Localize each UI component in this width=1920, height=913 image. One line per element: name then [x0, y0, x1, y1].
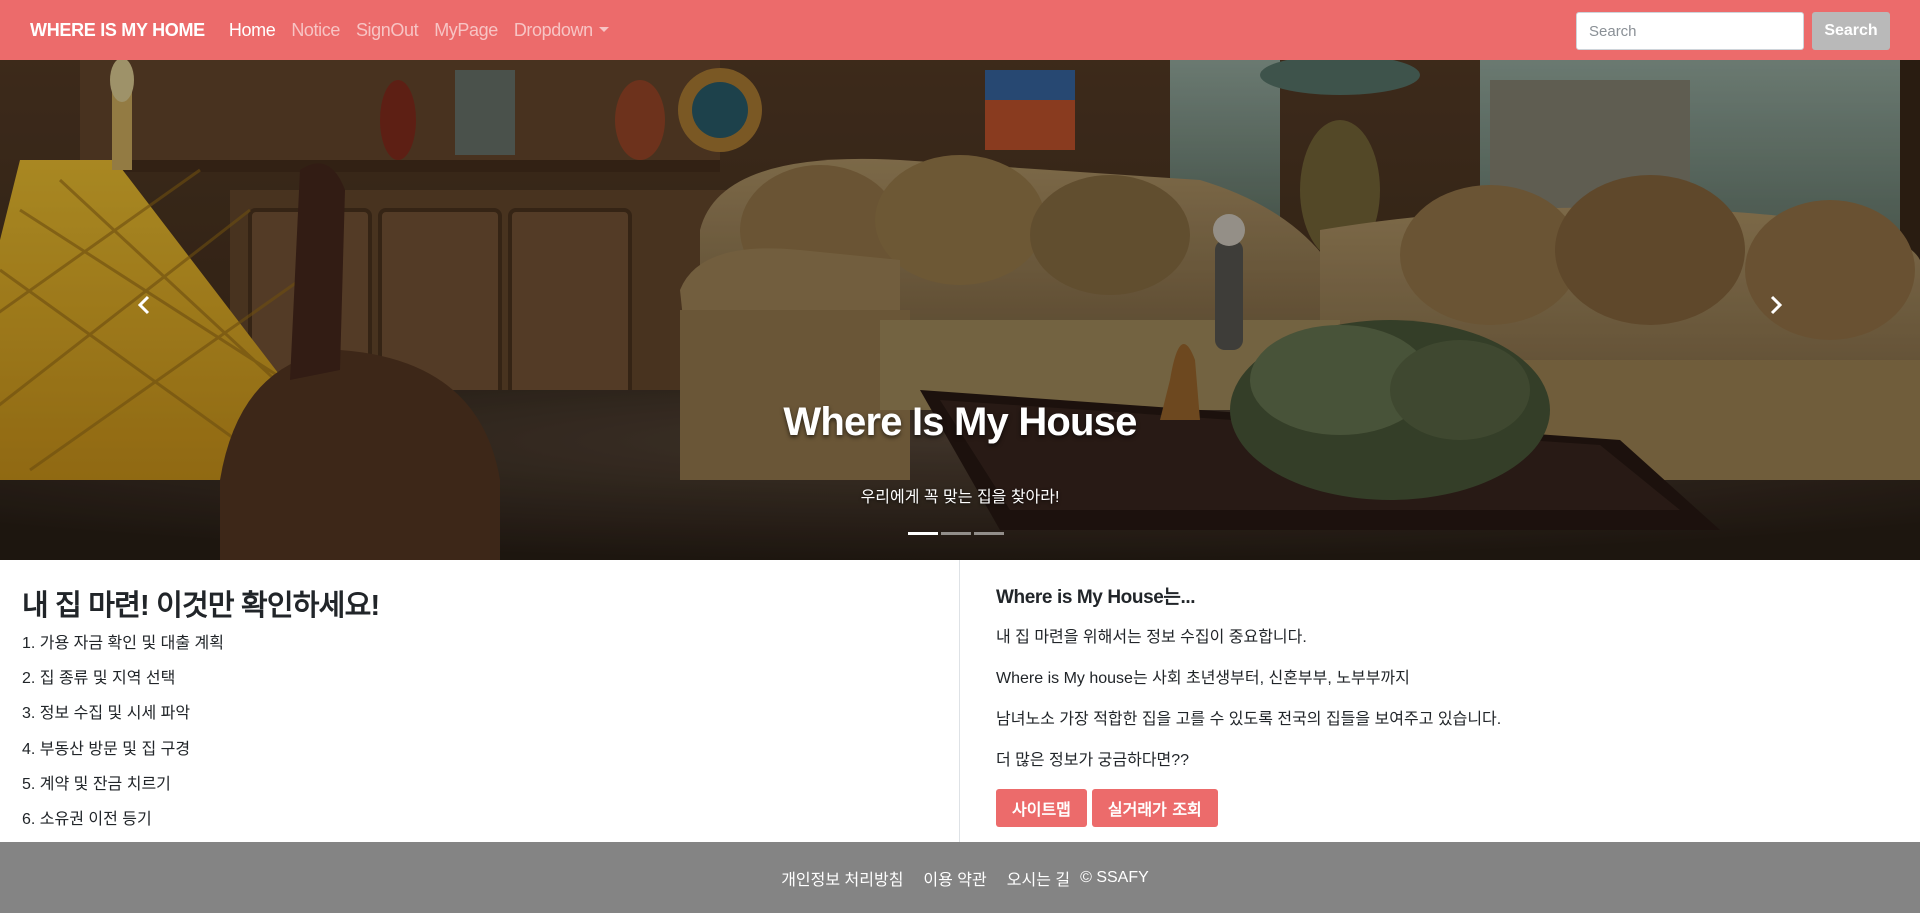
search-input[interactable] — [1576, 12, 1804, 50]
checklist-heading: 내 집 마련! 이것만 확인하세요! — [22, 590, 380, 622]
hero-carousel: Where Is My House 우리에게 꼭 맞는 집을 찾아라! — [0, 60, 1920, 560]
footer-terms-link[interactable]: 이용 약관 — [923, 866, 986, 890]
nav-notice[interactable]: Notice — [291, 20, 340, 41]
footer-copyright: © SSAFY — [1080, 868, 1149, 886]
checklist-item: 5. 계약 및 잔금 치르기 — [22, 775, 171, 793]
search-button[interactable]: Search — [1812, 12, 1890, 50]
nav-home[interactable]: Home — [229, 20, 276, 41]
home-buying-checklist: 내 집 마련! 이것만 확인하세요! 1. 가용 자금 확인 및 대출 계획 2… — [0, 560, 960, 842]
carousel-prev-button[interactable] — [124, 285, 164, 325]
about-paragraph: 내 집 마련을 위해서는 정보 수집이 중요합니다. — [996, 629, 1307, 646]
top-navbar: WHERE IS MY HOME Home Notice SignOut MyP… — [0, 0, 1920, 60]
carousel-title: Where Is My House — [783, 400, 1137, 444]
carousel-indicator-1[interactable] — [908, 532, 938, 535]
sitemap-button[interactable]: 사이트맵 — [996, 789, 1087, 827]
caret-down-icon — [598, 26, 609, 32]
carousel-indicator-2[interactable] — [941, 532, 971, 535]
chevron-left-icon — [137, 295, 150, 315]
about-heading: Where is My House는... — [996, 587, 1196, 608]
footer: 개인정보 처리방침 이용 약관 오시는 길 © SSAFY — [0, 842, 1920, 913]
carousel-indicators — [908, 532, 1007, 535]
nav-dropdown-toggle[interactable]: Dropdown — [514, 20, 609, 41]
chevron-right-icon — [1770, 295, 1783, 315]
carousel-next-button[interactable] — [1756, 285, 1796, 325]
about-section: Where is My House는... 내 집 마련을 위해서는 정보 수집… — [996, 560, 1896, 842]
brand-logo[interactable]: WHERE IS MY HOME — [30, 20, 205, 41]
search-form: Search — [1576, 12, 1890, 50]
about-paragraph: 남녀노소 가장 적합한 집을 고를 수 있도록 전국의 집들을 보여주고 있습니… — [996, 711, 1502, 728]
nav-signout[interactable]: SignOut — [356, 20, 419, 41]
checklist-item: 1. 가용 자금 확인 및 대출 계획 — [22, 635, 224, 652]
carousel-indicator-3[interactable] — [974, 532, 1004, 535]
about-buttons: 사이트맵 실거래가 조회 — [996, 789, 1896, 827]
footer-directions-link[interactable]: 오시는 길 — [1007, 866, 1070, 890]
checklist-item: 2. 집 종류 및 지역 선택 — [22, 670, 176, 688]
footer-privacy-link[interactable]: 개인정보 처리방침 — [781, 866, 903, 890]
real-price-lookup-button[interactable]: 실거래가 조회 — [1091, 789, 1218, 827]
nav-dropdown-label: Dropdown — [513, 19, 593, 40]
checklist-item: 4. 부동산 방문 및 집 구경 — [22, 740, 191, 758]
checklist-item: 3. 정보 수집 및 시세 파악 — [22, 705, 191, 723]
checklist-item: 6. 소유권 이전 등기 — [22, 810, 152, 828]
carousel-subtitle: 우리에게 꼭 맞는 집을 찾아라! — [860, 489, 1060, 506]
nav-mypage[interactable]: MyPage — [434, 20, 498, 41]
about-paragraph: Where is My house는 사회 초년생부터, 신혼부부, 노부부까지 — [996, 670, 1410, 687]
about-paragraph: 더 많은 정보가 궁금하다면?? — [996, 752, 1190, 769]
nav-links: Home Notice SignOut MyPage Dropdown — [229, 20, 625, 41]
